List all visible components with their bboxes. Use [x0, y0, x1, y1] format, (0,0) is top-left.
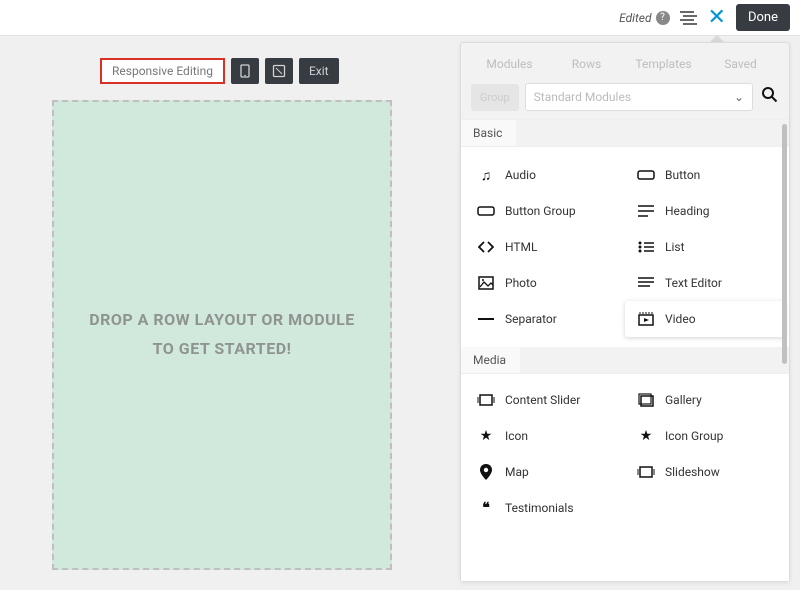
- drop-canvas[interactable]: DROP A ROW LAYOUT OR MODULE TO GET START…: [52, 100, 392, 570]
- module-button-group[interactable]: Button Group: [465, 193, 625, 229]
- top-bar: Edited ? ✕ Done: [0, 0, 800, 36]
- tablet-icon[interactable]: [265, 58, 293, 84]
- icon-icon: ★: [477, 428, 495, 444]
- slideshow-icon: [637, 464, 655, 480]
- edited-status: Edited ?: [619, 11, 669, 25]
- drop-placeholder-text: DROP A ROW LAYOUT OR MODULE TO GET START…: [79, 306, 365, 364]
- tab-rows[interactable]: Rows: [548, 53, 625, 75]
- tab-templates[interactable]: Templates: [625, 53, 702, 75]
- module-separator[interactable]: Separator: [465, 301, 625, 337]
- module-list[interactable]: List: [625, 229, 785, 265]
- separator-icon: [477, 311, 495, 327]
- panel-body[interactable]: Basic ♫Audio Button Button Group Heading…: [461, 119, 789, 581]
- content-slider-icon: [477, 392, 495, 408]
- responsive-editing-label: Responsive Editing: [100, 58, 225, 84]
- close-icon[interactable]: ✕: [708, 5, 726, 30]
- video-icon: [637, 311, 655, 327]
- module-icon-group[interactable]: ★Icon Group: [625, 418, 785, 454]
- select-value: Standard Modules: [534, 90, 631, 104]
- chevron-down-icon: ⌄: [734, 90, 744, 104]
- testimonials-icon: ❝: [477, 500, 495, 516]
- phone-icon[interactable]: [231, 58, 259, 84]
- module-content-slider[interactable]: Content Slider: [465, 382, 625, 418]
- audio-icon: ♫: [477, 167, 495, 183]
- heading-icon: [637, 203, 655, 219]
- group-label: Group: [471, 84, 519, 111]
- icon-group-icon: ★: [637, 428, 655, 444]
- section-basic-header: Basic: [461, 120, 789, 147]
- button-icon: [637, 167, 655, 183]
- module-slideshow[interactable]: Slideshow: [625, 454, 785, 490]
- section-media-header: Media: [461, 347, 789, 374]
- photo-icon: [477, 275, 495, 291]
- module-button[interactable]: Button: [625, 157, 785, 193]
- outline-icon[interactable]: [680, 11, 698, 25]
- module-map[interactable]: Map: [465, 454, 625, 490]
- module-audio[interactable]: ♫Audio: [465, 157, 625, 193]
- tab-modules[interactable]: Modules: [471, 53, 548, 75]
- module-testimonials[interactable]: ❝Testimonials: [465, 490, 625, 526]
- map-icon: [477, 464, 495, 480]
- gallery-icon: [637, 392, 655, 408]
- help-icon[interactable]: ?: [656, 11, 670, 25]
- module-video[interactable]: Video: [625, 301, 785, 337]
- content-panel: Modules Rows Templates Saved Group Stand…: [460, 42, 790, 582]
- search-icon[interactable]: [759, 86, 779, 108]
- module-type-select[interactable]: Standard Modules ⌄: [525, 83, 753, 111]
- section-basic-grid: ♫Audio Button Button Group Heading HTML …: [461, 147, 789, 347]
- done-button[interactable]: Done: [736, 4, 790, 31]
- module-photo[interactable]: Photo: [465, 265, 625, 301]
- text-editor-icon: [637, 275, 655, 291]
- module-gallery[interactable]: Gallery: [625, 382, 785, 418]
- edited-label: Edited: [619, 11, 651, 25]
- button-group-icon: [477, 203, 495, 219]
- html-icon: [477, 239, 495, 255]
- module-html[interactable]: HTML: [465, 229, 625, 265]
- section-label: Basic: [461, 120, 516, 146]
- section-media-grid: Content Slider Gallery ★Icon ★Icon Group…: [461, 374, 789, 536]
- responsive-toolbar: Responsive Editing Exit: [100, 58, 339, 84]
- module-heading[interactable]: Heading: [625, 193, 785, 229]
- tab-saved[interactable]: Saved: [702, 53, 779, 75]
- module-text-editor[interactable]: Text Editor: [625, 265, 785, 301]
- list-icon: [637, 239, 655, 255]
- panel-tabs: Modules Rows Templates Saved: [461, 43, 789, 83]
- section-label: Media: [461, 347, 520, 373]
- exit-button[interactable]: Exit: [299, 58, 339, 84]
- module-icon[interactable]: ★Icon: [465, 418, 625, 454]
- panel-search-row: Group Standard Modules ⌄: [461, 83, 789, 119]
